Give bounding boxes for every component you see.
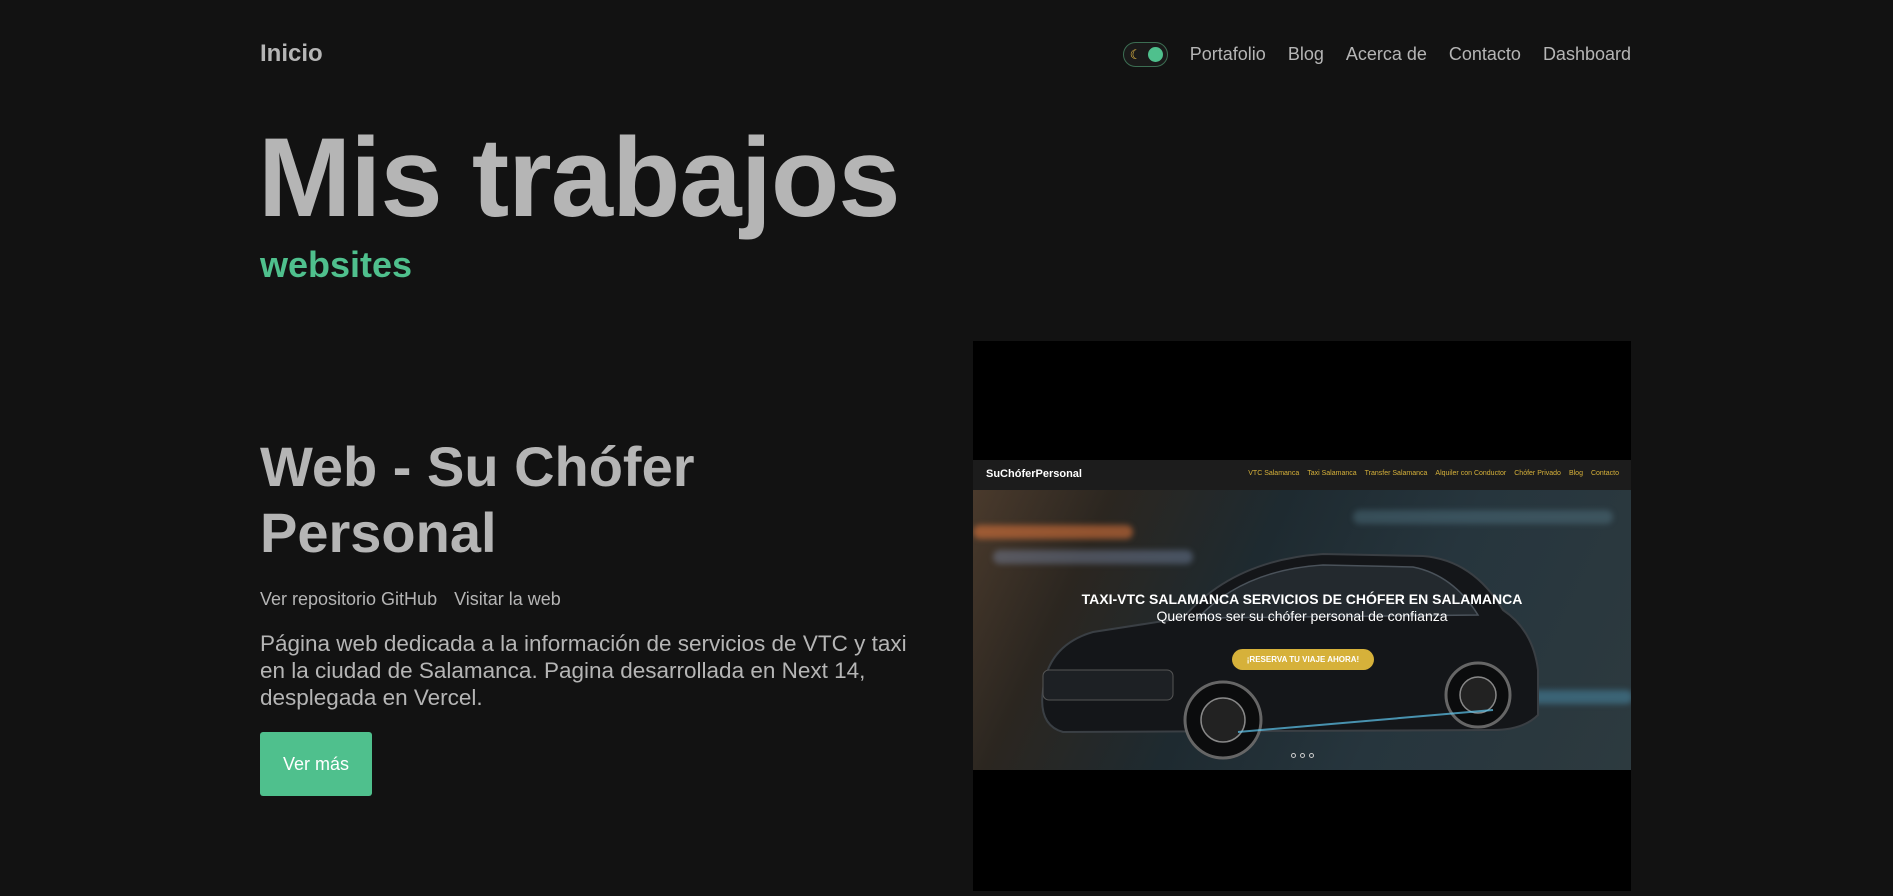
github-repo-link[interactable]: Ver repositorio GitHub [260,589,437,610]
preview-carousel-dots [1291,753,1314,758]
project-screenshot: SuChóferPersonal VTC Salamanca Taxi Sala… [973,341,1631,891]
preview-nav-item: Contacto [1590,470,1619,477]
nav-item-blog[interactable]: Blog [1288,44,1324,65]
preview-nav-item: Chófer Privado [1514,470,1561,477]
preview-tagline: Queremos ser su chófer personal de confi… [1156,608,1448,624]
nav-item-dashboard[interactable]: Dashboard [1543,44,1631,65]
preview-hero-image: TAXI-VTC SALAMANCA SERVICIOS DE CHÓFER E… [973,490,1631,770]
preview-nav-item: VTC Salamanca [1248,470,1300,477]
project-description: Página web dedicada a la información de … [260,631,907,710]
preview-nav-item: Blog [1568,470,1583,477]
preview-site: SuChóferPersonal VTC Salamanca Taxi Sala… [973,460,1631,770]
main-nav: ☾ Portafolio Blog Acerca de Contacto Das… [1122,42,1631,67]
nav-item-acerca[interactable]: Acerca de [1346,44,1427,65]
carousel-dot [1309,753,1314,758]
theme-toggle[interactable]: ☾ [1122,42,1168,67]
home-link[interactable]: Inicio [260,40,323,68]
preview-cta-button: ¡RESERVA TU VIAJE AHORA! [1232,649,1374,670]
preview-navbar: SuChóferPersonal VTC Salamanca Taxi Sala… [973,460,1631,490]
preview-headline: TAXI-VTC SALAMANCA SERVICIOS DE CHÓFER E… [1081,591,1523,607]
preview-nav-item: Transfer Salamanca [1364,470,1428,477]
project-title: Web - Su Chófer Personal [260,435,695,564]
nav-item-contacto[interactable]: Contacto [1449,44,1521,65]
carousel-dot [1300,753,1305,758]
visit-site-link[interactable]: Visitar la web [454,589,561,610]
page-subtitle: websites [260,244,413,285]
see-more-button[interactable]: Ver más [260,732,372,796]
preview-nav-item: Alquiler con Conductor [1435,470,1507,477]
page: Inicio ☾ Portafolio Blog Acerca de Conta… [0,0,1893,896]
page-title: Mis trabajos [258,115,901,240]
toggle-knob [1147,47,1163,62]
nav-item-portafolio[interactable]: Portafolio [1190,44,1266,65]
preview-nav-item: Taxi Salamanca [1307,470,1357,477]
moon-icon: ☾ [1129,47,1142,62]
preview-nav-links: VTC Salamanca Taxi Salamanca Transfer Sa… [1248,470,1619,477]
car-image [1041,552,1539,760]
project-links: Ver repositorio GitHub Visitar la web [260,589,561,610]
preview-logo: SuChóferPersonal [986,468,1082,480]
carousel-dot [1291,753,1296,758]
